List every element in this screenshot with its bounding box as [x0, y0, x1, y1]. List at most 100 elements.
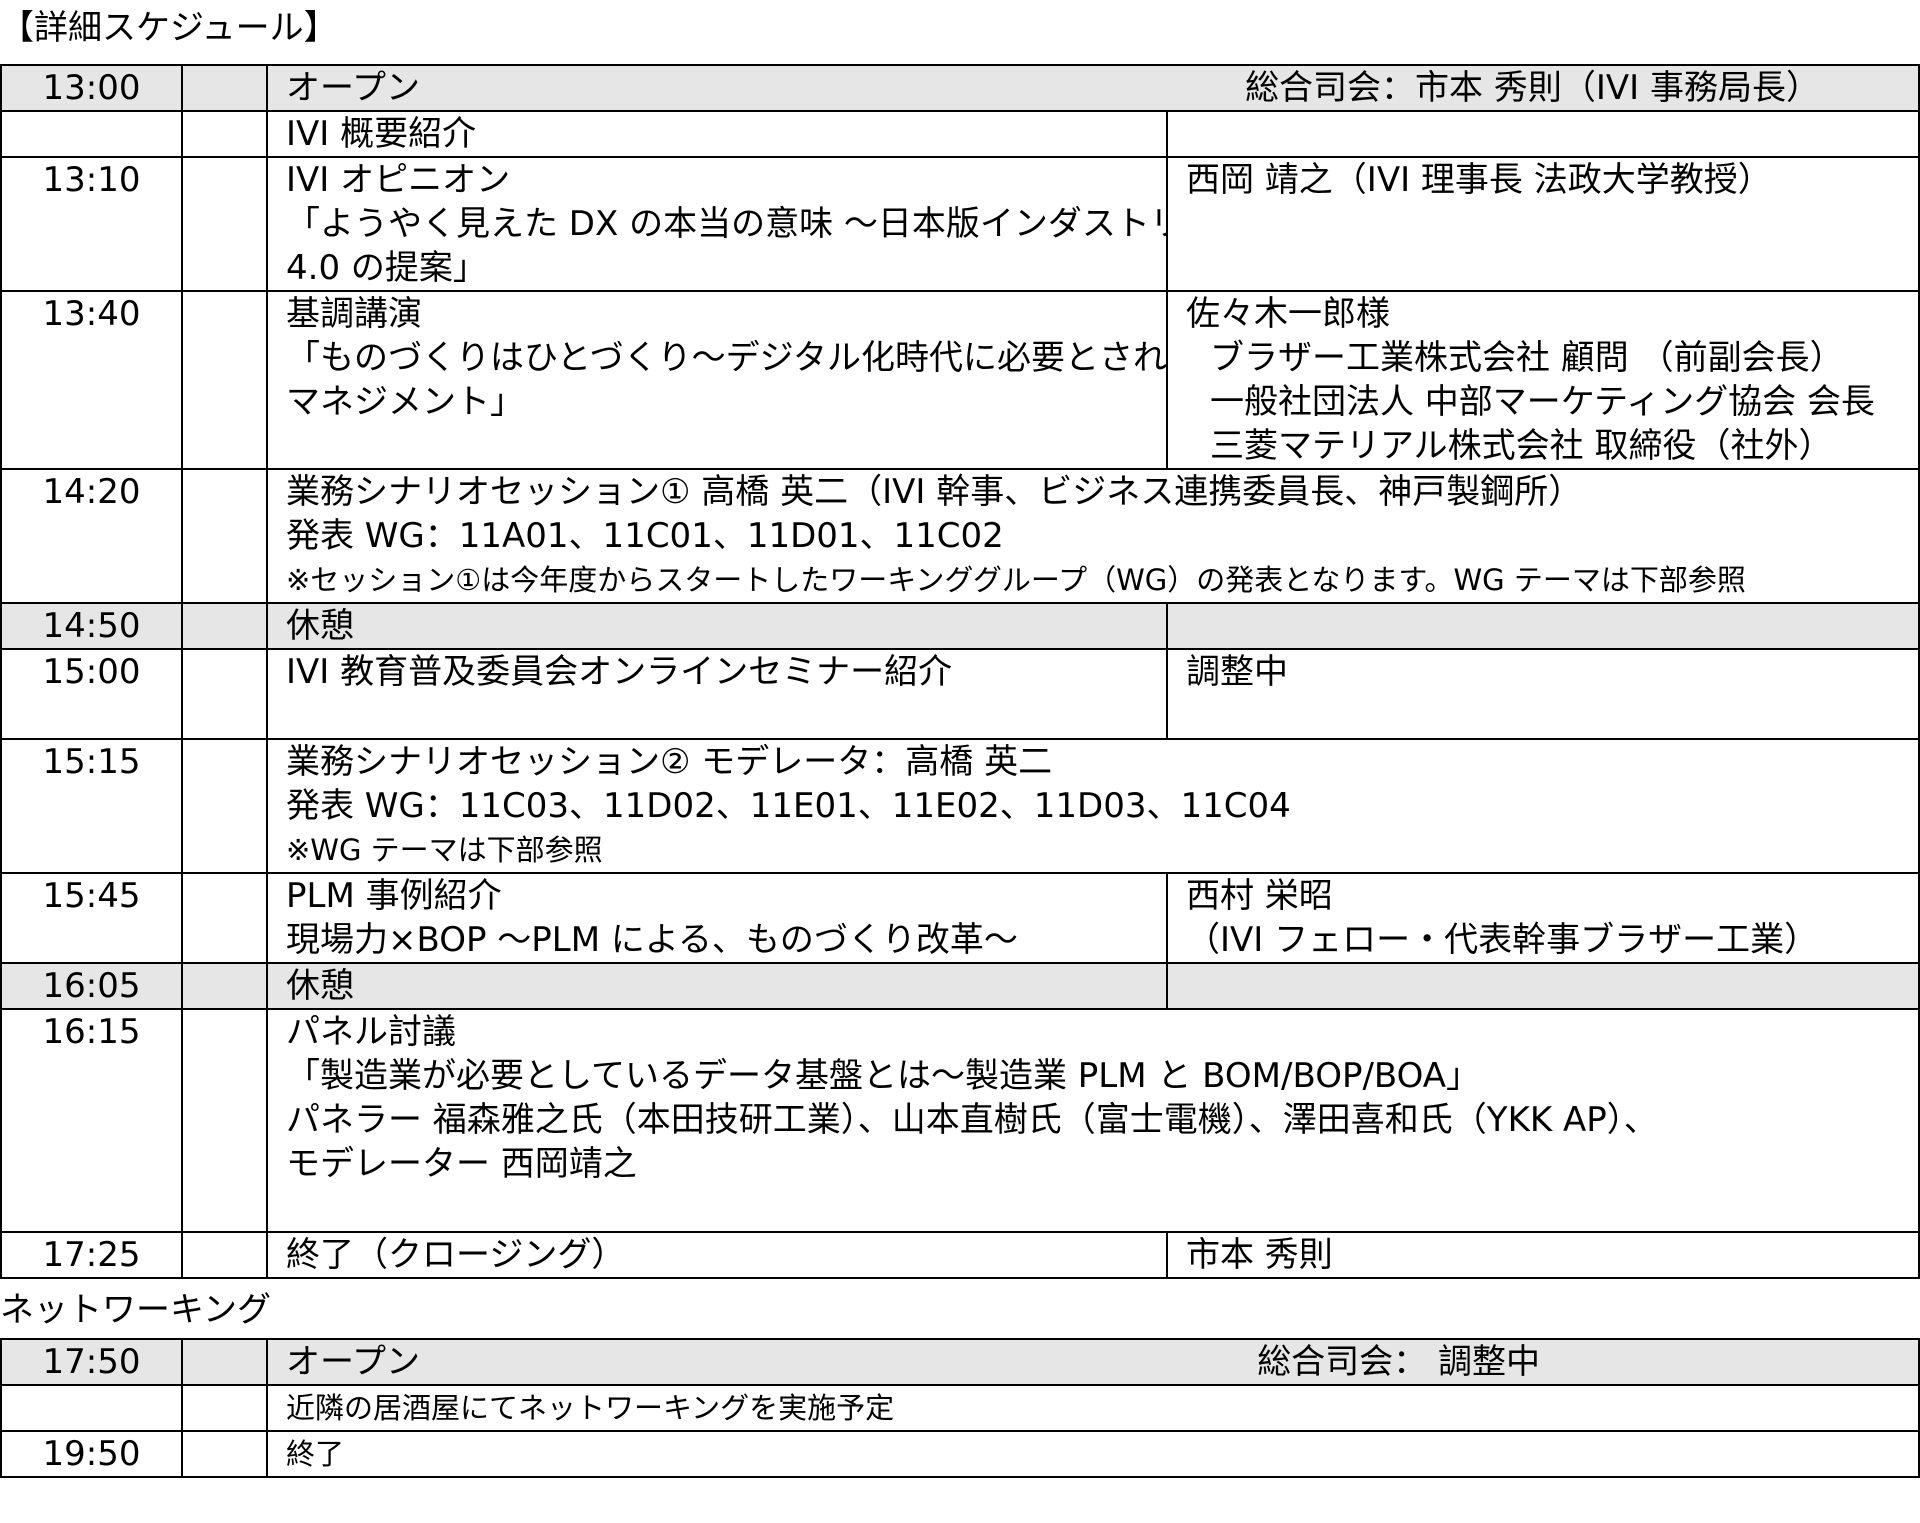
blank-cell	[181, 962, 268, 1010]
table-row: 15:00 IVI 教育普及委員会オンラインセミナー紹介 調整中	[0, 648, 1920, 740]
time-cell: 16:15	[0, 1008, 183, 1233]
blank-cell	[181, 1384, 268, 1432]
chair-label: 総合司会： 調整中	[1257, 1342, 1540, 1382]
program-cell: 休憩	[266, 602, 1168, 650]
program-line: 業務シナリオセッション① 高橋 英二（IVI 幹事、ビジネス連携委員長、神戸製鋼…	[286, 472, 1583, 512]
speaker-cell	[1166, 962, 1920, 1010]
program-cell: パネル討議 「製造業が必要としているデータ基盤とは～製造業 PLM と BOM/…	[266, 1008, 1920, 1233]
blank-cell	[181, 468, 268, 604]
blank-cell	[181, 602, 268, 650]
table-row: 19:50 終了	[0, 1430, 1920, 1478]
speaker-cell	[1166, 602, 1920, 650]
program-line: 現場力×BOP ～PLM による、ものづくり改革～	[286, 920, 1018, 960]
program-cell: IVI 教育普及委員会オンラインセミナー紹介	[266, 648, 1168, 740]
blank-cell	[181, 1338, 268, 1386]
time-cell: 15:00	[0, 648, 183, 740]
blank-cell	[181, 648, 268, 740]
program-line: オープン	[286, 1342, 420, 1382]
schedule-table: 13:00 総合司会：市本 秀則（IVI 事務局長） オープン IVI 概要紹介…	[0, 64, 1920, 1279]
time-cell: 15:15	[0, 738, 183, 874]
speaker-line: 一般社団法人 中部マーケティング協会 会長	[1210, 382, 1875, 422]
speaker-line: （IVI フェロー・代表幹事ブラザー工業）	[1186, 920, 1819, 960]
program-line: 発表 WG：11C03、11D02、11E01、11E02、11D03、11C0…	[286, 786, 1291, 826]
speaker-line: 佐々木一郎様	[1186, 294, 1390, 334]
blank-cell	[181, 156, 268, 292]
table-row: 17:50 総合司会： 調整中 オープン	[0, 1338, 1920, 1386]
program-line: パネル討議	[286, 1012, 456, 1052]
table-row: 13:10 IVI オピニオン 「ようやく見えた DX の本当の意味 ～日本版イ…	[0, 156, 1920, 292]
networking-title: ネットワーキング	[0, 1290, 271, 1330]
time-cell: 14:50	[0, 602, 183, 650]
time-cell	[0, 110, 183, 158]
program-line: 業務シナリオセッション② モデレータ：高橋 英二	[286, 742, 1053, 782]
program-line: IVI 概要紹介	[286, 114, 477, 154]
blank-cell	[181, 1430, 268, 1478]
program-line: 終了	[286, 1437, 345, 1471]
speaker-cell: 西岡 靖之（IVI 理事長 法政大学教授）	[1166, 156, 1920, 292]
program-line: オープン	[286, 68, 420, 108]
time-cell: 14:20	[0, 468, 183, 604]
table-row: 16:05 休憩	[0, 962, 1920, 1010]
table-row: 15:45 PLM 事例紹介 現場力×BOP ～PLM による、ものづくり改革～…	[0, 872, 1920, 964]
page-title: 【詳細スケジュール】	[0, 8, 338, 48]
time-cell: 17:50	[0, 1338, 183, 1386]
program-cell: PLM 事例紹介 現場力×BOP ～PLM による、ものづくり改革～	[266, 872, 1168, 964]
program-line: IVI オピニオン	[286, 160, 511, 200]
program-line: 4.0 の提案」	[286, 248, 487, 288]
blank-cell	[181, 1008, 268, 1233]
program-cell: 終了（クロージング）	[266, 1231, 1168, 1279]
program-cell: 近隣の居酒屋にてネットワーキングを実施予定	[266, 1384, 1920, 1432]
table-row: 15:15 業務シナリオセッション② モデレータ：高橋 英二 発表 WG：11C…	[0, 738, 1920, 874]
time-cell	[0, 1384, 183, 1432]
program-line: 終了（クロージング）	[286, 1235, 626, 1275]
speaker-cell: 市本 秀則	[1166, 1231, 1920, 1279]
blank-cell	[181, 872, 268, 964]
table-row: 13:40 基調講演 「ものづくりはひとづくり～デジタル化時代に必要とされる人財…	[0, 290, 1920, 470]
table-row: 13:00 総合司会：市本 秀則（IVI 事務局長） オープン	[0, 64, 1920, 112]
networking-table: 17:50 総合司会： 調整中 オープン 近隣の居酒屋にてネットワーキングを実施…	[0, 1338, 1920, 1478]
time-cell: 13:40	[0, 290, 183, 470]
blank-cell	[181, 738, 268, 874]
table-row: 16:15 パネル討議 「製造業が必要としているデータ基盤とは～製造業 PLM …	[0, 1008, 1920, 1233]
program-line: 近隣の居酒屋にてネットワーキングを実施予定	[286, 1391, 895, 1425]
speaker-line: 調整中	[1186, 652, 1288, 692]
program-line: モデレーター 西岡靖之	[286, 1144, 637, 1184]
program-line: IVI 教育普及委員会オンラインセミナー紹介	[286, 652, 953, 692]
time-cell: 19:50	[0, 1430, 183, 1478]
speaker-cell: 佐々木一郎様 ブラザー工業株式会社 顧問 （前副会長） 一般社団法人 中部マーケ…	[1166, 290, 1920, 470]
note-line: ※セッション①は今年度からスタートしたワーキンググループ（WG）の発表となります…	[286, 563, 1746, 597]
speaker-line: 西村 栄昭	[1186, 876, 1333, 916]
speaker-cell: 西村 栄昭 （IVI フェロー・代表幹事ブラザー工業）	[1166, 872, 1920, 964]
program-line: PLM 事例紹介	[286, 876, 502, 916]
table-row: 14:50 休憩	[0, 602, 1920, 650]
blank-cell	[181, 290, 268, 470]
blank-cell	[181, 110, 268, 158]
program-cell: 総合司会：市本 秀則（IVI 事務局長） オープン	[266, 64, 1920, 112]
program-cell: 業務シナリオセッション② モデレータ：高橋 英二 発表 WG：11C03、11D…	[266, 738, 1920, 874]
speaker-line: 西岡 靖之（IVI 理事長 法政大学教授）	[1186, 160, 1772, 200]
speaker-line: 市本 秀則	[1186, 1235, 1333, 1275]
time-cell: 16:05	[0, 962, 183, 1010]
time-cell: 17:25	[0, 1231, 183, 1279]
program-line: 「ようやく見えた DX の本当の意味 ～日本版インダストリー	[286, 204, 1167, 244]
chair-label: 総合司会：市本 秀則（IVI 事務局長）	[1245, 68, 1820, 108]
program-line: 発表 WG：11A01、11C01、11D01、11C02	[286, 516, 1004, 556]
program-cell: IVI 概要紹介	[266, 110, 1168, 158]
program-line: 「ものづくりはひとづくり～デジタル化時代に必要とされる人財	[286, 338, 1167, 378]
table-row: 14:20 業務シナリオセッション① 高橋 英二（IVI 幹事、ビジネス連携委員…	[0, 468, 1920, 604]
program-line: パネラー 福森雅之氏（本田技研工業）、山本直樹氏（富士電機）、澤田喜和氏（YKK…	[286, 1100, 1658, 1140]
program-line: 「製造業が必要としているデータ基盤とは～製造業 PLM と BOM/BOP/BO…	[286, 1056, 1481, 1096]
speaker-cell: 調整中	[1166, 648, 1920, 740]
program-cell: 休憩	[266, 962, 1168, 1010]
blank-cell	[181, 64, 268, 112]
table-row: 近隣の居酒屋にてネットワーキングを実施予定	[0, 1384, 1920, 1432]
time-cell: 15:45	[0, 872, 183, 964]
program-line: マネジメント」	[286, 382, 524, 422]
program-cell: 業務シナリオセッション① 高橋 英二（IVI 幹事、ビジネス連携委員長、神戸製鋼…	[266, 468, 1920, 604]
program-line: 休憩	[286, 606, 354, 646]
table-row: IVI 概要紹介	[0, 110, 1920, 158]
program-cell: 基調講演 「ものづくりはひとづくり～デジタル化時代に必要とされる人財 マネジメン…	[266, 290, 1168, 470]
program-line: 基調講演	[286, 294, 422, 334]
time-cell: 13:00	[0, 64, 183, 112]
speaker-line: 三菱マテリアル株式会社 取締役（社外）	[1210, 426, 1833, 466]
